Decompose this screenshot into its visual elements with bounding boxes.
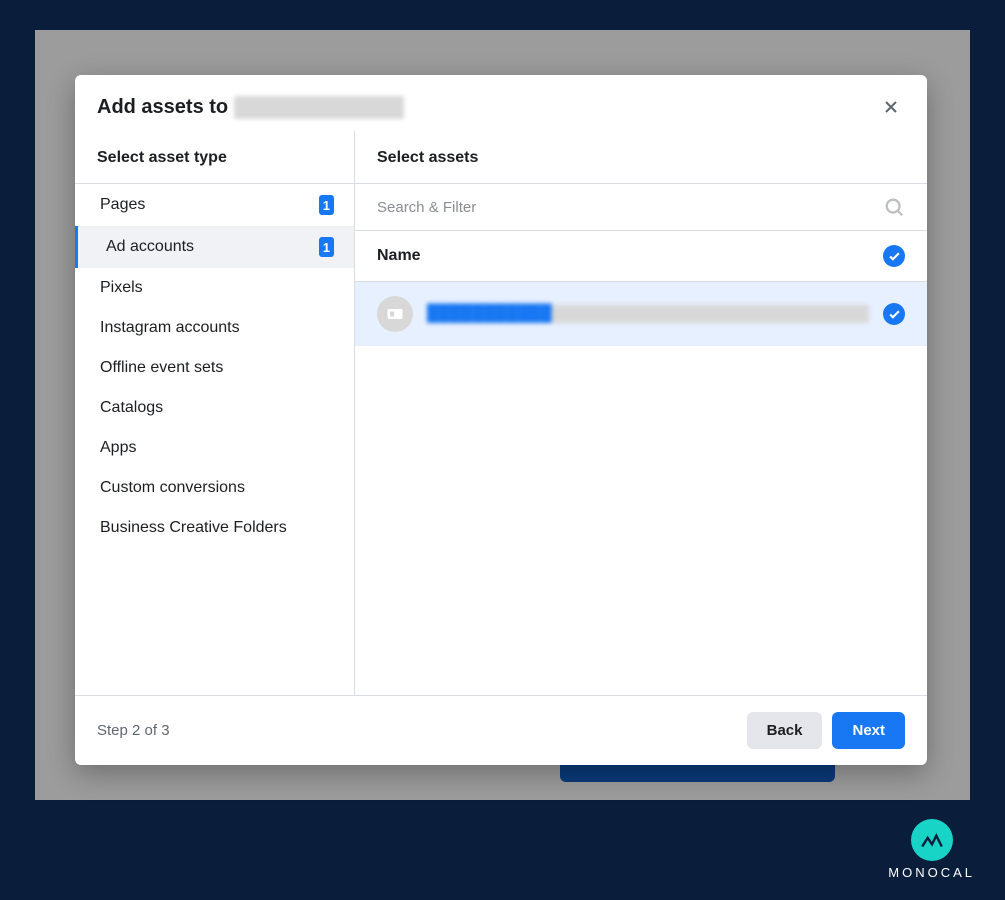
search-row <box>355 183 927 231</box>
modal-title-prefix: Add assets to <box>97 96 228 119</box>
asset-type-sidebar: Select asset type Pages 1 Ad accounts 1 Pixe… <box>75 131 355 695</box>
asset-type-catalogs[interactable]: Catalogs <box>75 388 354 428</box>
asset-row[interactable]: ███████████ <box>355 282 927 346</box>
asset-type-label: Instagram accounts <box>100 319 240 337</box>
close-button[interactable] <box>877 93 905 121</box>
back-button[interactable]: Back <box>747 712 823 749</box>
footer-actions: Back Next <box>747 712 905 749</box>
asset-type-count-badge: 1 <box>319 195 334 215</box>
close-icon <box>881 97 901 117</box>
account-icon <box>385 304 405 324</box>
next-button[interactable]: Next <box>832 712 905 749</box>
brand-watermark: MONOCAL <box>888 819 975 880</box>
column-header-row[interactable]: Name <box>355 231 927 282</box>
asset-type-list: Pages 1 Ad accounts 1 Pixels Instagram accoun… <box>75 183 354 548</box>
asset-type-label: Business Creative Folders <box>100 519 287 537</box>
asset-type-pixels[interactable]: Pixels <box>75 268 354 308</box>
select-all-check[interactable] <box>883 245 905 267</box>
brand-logo <box>911 819 953 861</box>
asset-type-count-badge: 1 <box>319 237 334 257</box>
asset-avatar <box>377 296 413 332</box>
asset-type-pages[interactable]: Pages 1 <box>75 184 354 226</box>
step-indicator: Step 2 of 3 <box>97 722 170 739</box>
check-icon <box>888 250 901 263</box>
asset-type-ad-accounts[interactable]: Ad accounts 1 <box>75 226 354 268</box>
asset-type-offline-event-sets[interactable]: Offline event sets <box>75 348 354 388</box>
asset-type-label: Offline event sets <box>100 359 223 377</box>
asset-type-business-creative-folders[interactable]: Business Creative Folders <box>75 508 354 548</box>
modal-footer: Step 2 of 3 Back Next <box>75 695 927 765</box>
asset-main-panel: Select assets Name ███████████ <box>355 131 927 695</box>
asset-selected-check[interactable] <box>883 303 905 325</box>
brand-name: MONOCAL <box>888 865 975 880</box>
asset-rows: ███████████ <box>355 282 927 346</box>
brand-logo-icon <box>919 827 945 853</box>
modal-title-subject: ████████████ <box>234 96 404 119</box>
column-header-name: Name <box>377 247 421 265</box>
asset-type-label: Pages <box>100 196 145 214</box>
modal-body: Select asset type Pages 1 Ad accounts 1 Pixe… <box>75 131 927 695</box>
add-assets-modal: Add assets to ████████████ Select asset … <box>75 75 927 765</box>
asset-name: ███████████ <box>427 305 869 323</box>
asset-type-label: Ad accounts <box>106 238 194 256</box>
main-title: Select assets <box>355 137 927 183</box>
modal-header: Add assets to ████████████ <box>75 75 927 131</box>
asset-type-label: Catalogs <box>100 399 163 417</box>
sidebar-title: Select asset type <box>75 137 354 183</box>
asset-type-label: Pixels <box>100 279 143 297</box>
modal-title: Add assets to ████████████ <box>97 96 404 119</box>
asset-type-custom-conversions[interactable]: Custom conversions <box>75 468 354 508</box>
asset-type-label: Apps <box>100 439 136 457</box>
asset-type-instagram-accounts[interactable]: Instagram accounts <box>75 308 354 348</box>
search-input[interactable] <box>377 199 883 216</box>
asset-type-apps[interactable]: Apps <box>75 428 354 468</box>
search-icon <box>883 196 905 218</box>
asset-type-label: Custom conversions <box>100 479 245 497</box>
check-icon <box>888 308 901 321</box>
